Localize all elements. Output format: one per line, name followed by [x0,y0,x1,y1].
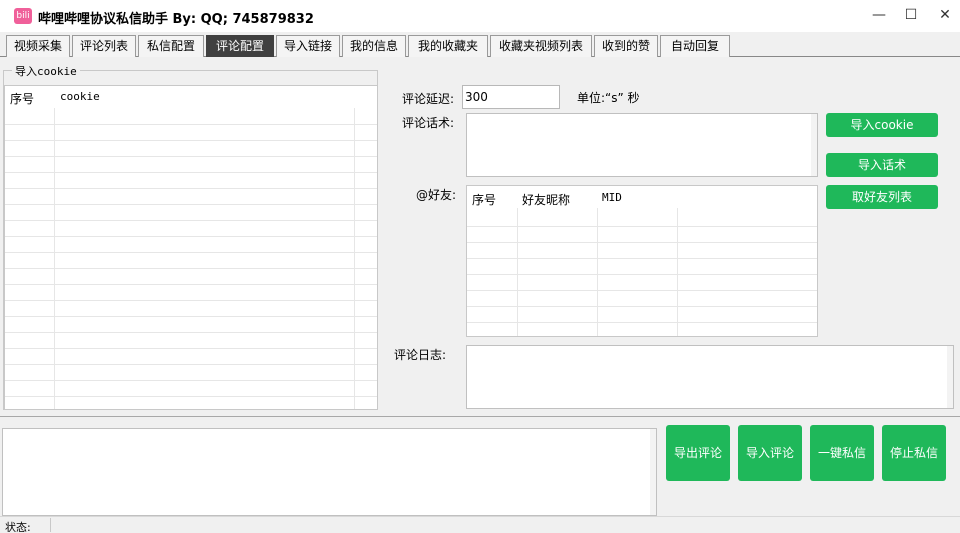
grid-divider [517,208,518,336]
table-row [5,316,377,317]
table-row [467,306,817,307]
table-row [467,258,817,259]
tab-my-favorites[interactable]: 我的收藏夹 [408,35,488,57]
cookie-table-header: 序号 cookie [5,86,377,108]
scrollbar[interactable] [947,346,953,408]
table-row [467,226,817,227]
table-row [5,396,377,397]
log-textarea[interactable] [466,345,954,409]
import-cookie-button[interactable]: 导入cookie [826,113,938,137]
import-comments-button[interactable]: 导入评论 [738,425,802,481]
scrollbar[interactable] [811,114,817,176]
table-row [467,290,817,291]
stop-dm-button[interactable]: 停止私信 [882,425,946,481]
delay-label: 评论延迟: [402,92,455,106]
table-row [5,284,377,285]
table-row [5,172,377,173]
log-label: 评论日志: [394,348,447,362]
grid-divider [677,208,678,336]
tab-received-likes[interactable]: 收到的赞 [594,35,658,57]
status-label: 状态: [5,521,31,533]
tab-favorite-videos[interactable]: 收藏夹视频列表 [490,35,592,57]
maximize-icon[interactable]: ☐ [894,0,928,30]
table-row [5,252,377,253]
tab-video-collect[interactable]: 视频采集 [6,35,70,57]
tab-import-links[interactable]: 导入链接 [276,35,340,57]
column-header-nickname[interactable]: 好友昵称 [522,191,570,208]
friends-table[interactable]: 序号 好友昵称 MID [466,185,818,337]
table-row [5,124,377,125]
table-row [5,140,377,141]
table-row [467,242,817,243]
cookie-group-title: 导入cookie [12,63,80,79]
table-row [5,300,377,301]
table-row [5,332,377,333]
table-row [467,322,817,323]
tab-comment-list[interactable]: 评论列表 [72,35,136,57]
cookie-groupbox: 导入cookie 序号 cookie [3,63,378,410]
message-log-box[interactable] [2,428,657,516]
get-friends-button[interactable]: 取好友列表 [826,185,938,209]
column-header-cookie[interactable]: cookie [60,90,100,103]
tab-bar: 视频采集 评论列表 私信配置 评论配置 导入链接 我的信息 我的收藏夹 收藏夹视… [0,33,960,57]
table-row [5,380,377,381]
one-click-dm-button[interactable]: 一键私信 [810,425,874,481]
unit-label: 单位:“s” 秒 [577,91,640,105]
table-row [5,364,377,365]
friends-label: @好友: [416,188,457,202]
tab-auto-reply[interactable]: 自动回复 [660,35,730,57]
delay-input[interactable] [462,85,560,109]
script-label: 评论话术: [402,116,455,130]
cookie-table[interactable]: 序号 cookie [4,85,378,410]
column-header-index[interactable]: 序号 [472,191,496,208]
close-icon[interactable]: ✕ [928,0,960,30]
table-row [5,204,377,205]
import-script-button[interactable]: 导入话术 [826,153,938,177]
tab-dm-config[interactable]: 私信配置 [138,35,204,57]
minimize-icon[interactable]: — [862,0,896,30]
table-row [5,188,377,189]
table-row [467,274,817,275]
window-title: 哔哩哔哩协议私信助手 By: QQ; 745879832 [38,12,314,27]
tab-my-info[interactable]: 我的信息 [342,35,406,57]
column-header-mid[interactable]: MID [602,191,622,204]
status-bar: 状态: [0,516,960,533]
app-logo-icon: bili [14,8,32,24]
script-textarea[interactable] [466,113,818,177]
status-divider [50,518,51,532]
table-row [5,156,377,157]
table-row [5,220,377,221]
tab-comment-config[interactable]: 评论配置 [206,35,274,57]
panel-divider [0,416,960,417]
friends-table-header: 序号 好友昵称 MID [467,186,817,208]
grid-divider [597,208,598,336]
column-header-index[interactable]: 序号 [10,90,34,107]
table-row [5,236,377,237]
scrollbar[interactable] [650,429,656,515]
table-row [5,268,377,269]
export-comments-button[interactable]: 导出评论 [666,425,730,481]
table-row [5,348,377,349]
title-bar: bili 哔哩哔哩协议私信助手 By: QQ; 745879832 — ☐ ✕ [0,0,960,32]
